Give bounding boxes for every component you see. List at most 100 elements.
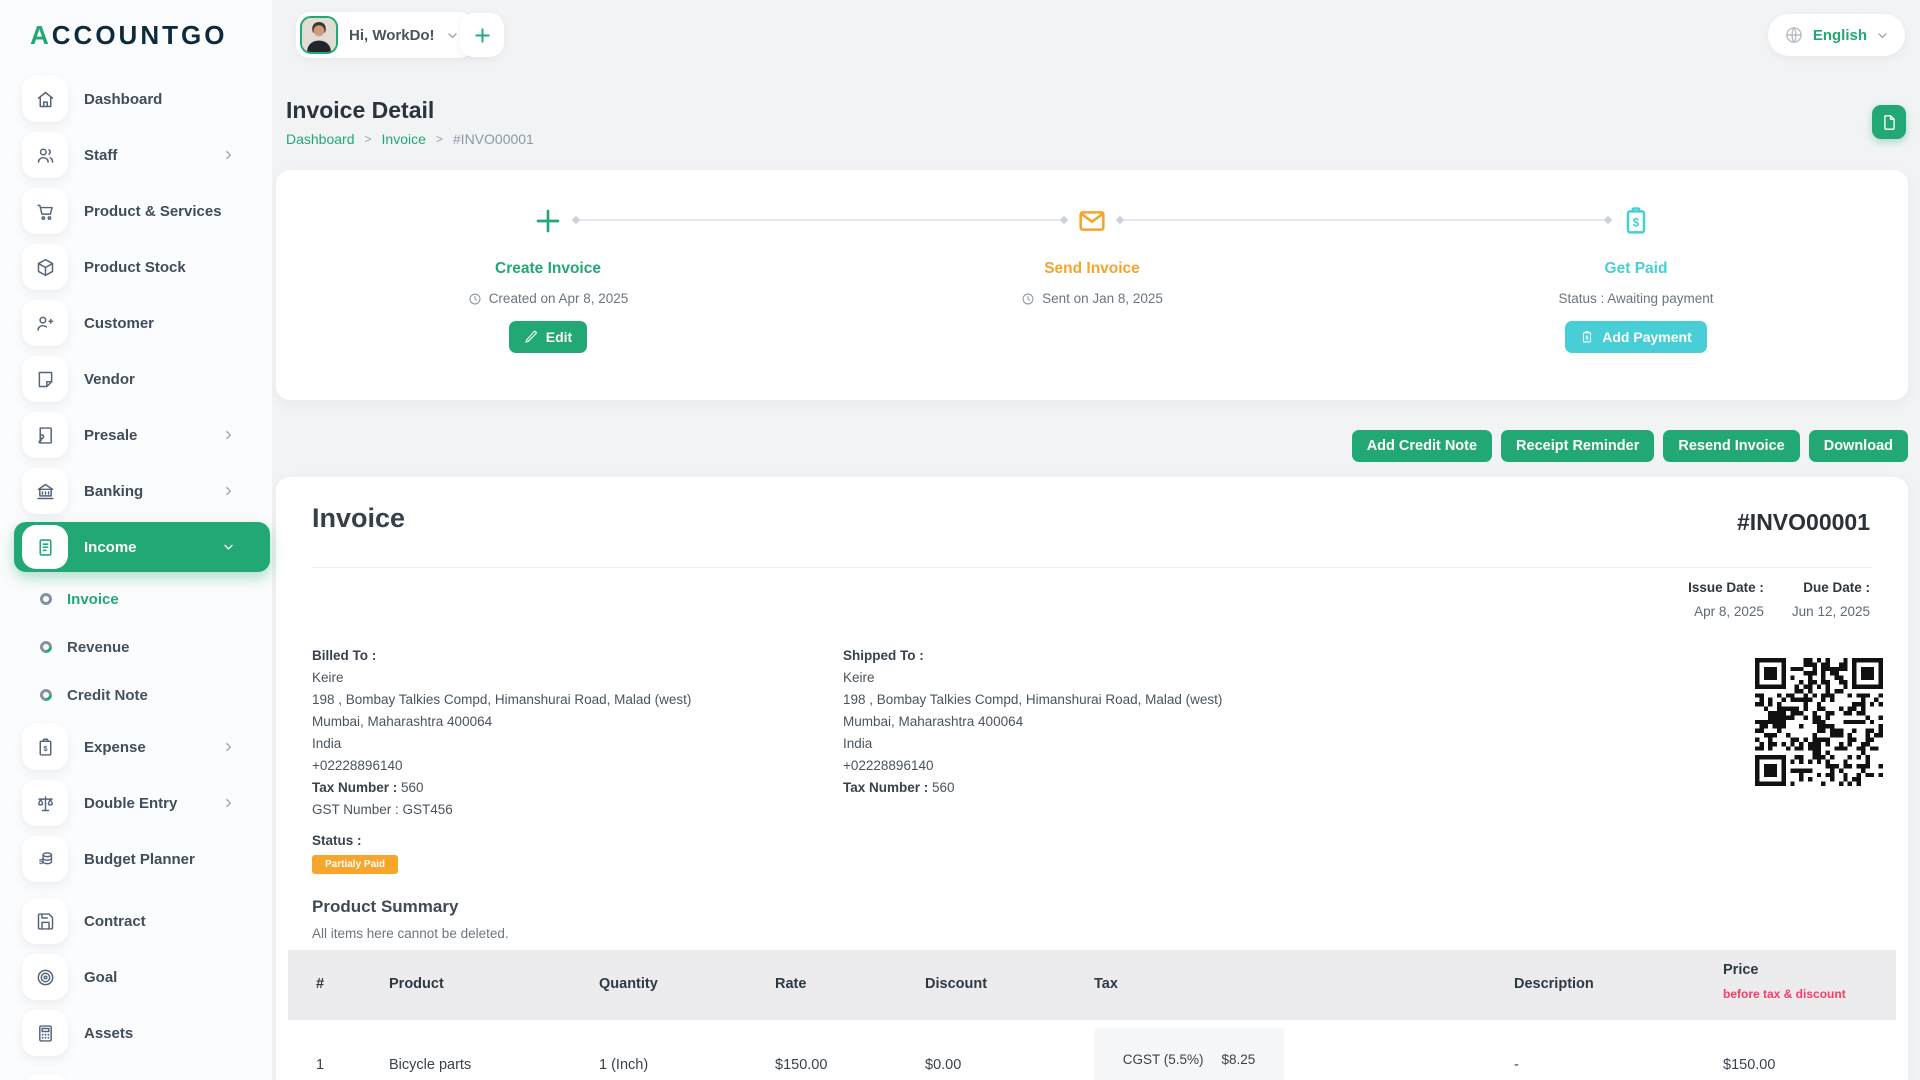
sidebar-item-label: Customer [84, 315, 154, 332]
sidebar-subitem-label: Revenue [67, 639, 130, 656]
step-title: Send Invoice [1044, 260, 1140, 278]
sidebar-item-income-active[interactable]: Income [0, 519, 272, 575]
chevron-right-icon [222, 149, 235, 162]
sidebar-subitem-credit-note[interactable]: Credit Note [0, 671, 272, 719]
ring-icon [38, 639, 55, 656]
sidebar-subitem-invoice[interactable]: Invoice [0, 575, 272, 623]
chevron-right-icon [222, 797, 235, 810]
billed-to-gst: GST Number : GST456 [312, 799, 792, 821]
income-active-pill: Income [14, 522, 270, 572]
cell-description: - [1514, 1057, 1519, 1073]
step-meta: Created on Apr 8, 2025 [468, 291, 629, 306]
invoice-detail-card: Invoice #INVO00001 Issue Date : Apr 8, 2… [276, 477, 1908, 1080]
invoice-dates: Issue Date : Apr 8, 2025 Due Date : Jun … [1688, 580, 1870, 619]
column-header-product: Product [389, 976, 444, 992]
cell-index: 1 [316, 1057, 324, 1073]
billed-to-address2: Mumbai, Maharashtra 400064 [312, 711, 792, 733]
breadcrumb-dashboard-link[interactable]: Dashboard [286, 131, 355, 147]
step-send-invoice: Send Invoice Sent on Jan 8, 2025 [882, 170, 1302, 306]
pencil-icon [524, 330, 538, 344]
breadcrumb-invoice-link[interactable]: Invoice [382, 131, 426, 147]
billed-to-phone: +02228896140 [312, 755, 792, 777]
step-meta-text: Status : Awaiting payment [1558, 291, 1713, 306]
sidebar-item-contract[interactable]: Contract [0, 893, 272, 949]
sidebar-item-customer[interactable]: Customer [0, 295, 272, 351]
app-logo: ACCOUNTGO [0, 0, 272, 51]
sidebar-item-double-entry[interactable]: Double Entry [0, 775, 272, 831]
sidebar-item-dashboard[interactable]: Dashboard [0, 71, 272, 127]
column-header-price: Price [1723, 962, 1758, 978]
sidebar-item-vendor[interactable]: Vendor [0, 351, 272, 407]
user-avatar [300, 16, 338, 54]
sidebar-item-label: Product Stock [84, 259, 186, 276]
receipt-reminder-button[interactable]: Receipt Reminder [1501, 430, 1654, 462]
sidebar-item-label: Dashboard [84, 91, 162, 108]
breadcrumb-separator: > [436, 132, 443, 146]
sidebar-subitem-revenue[interactable]: Revenue [0, 623, 272, 671]
add-payment-label: Add Payment [1602, 329, 1691, 345]
users-icon [22, 132, 68, 178]
home-icon [22, 76, 68, 122]
cart-icon [22, 188, 68, 234]
sidebar-item-label: Staff [84, 147, 117, 164]
step-title: Get Paid [1605, 260, 1668, 278]
sidebar-item-partial[interactable] [0, 1069, 272, 1080]
add-payment-button[interactable]: $ Add Payment [1565, 321, 1706, 353]
sidebar-item-label: Presale [84, 427, 137, 444]
bank-icon [22, 468, 68, 514]
sidebar-item-budget-planner[interactable]: $ Budget Planner [0, 831, 272, 887]
clipboard-icon: $ [1580, 330, 1594, 344]
chevron-down-icon [446, 29, 459, 42]
app-screen: ACCOUNTGO Dashboard Staff Product & [0, 0, 1920, 1080]
price-note: before tax & discount [1723, 987, 1846, 1001]
due-date-value: Jun 12, 2025 [1792, 604, 1870, 619]
edit-invoice-button[interactable]: Edit [509, 321, 587, 353]
sidebar-item-product-services[interactable]: Product & Services [0, 183, 272, 239]
profile-menu[interactable]: Hi, WorkDo! [296, 12, 473, 58]
scale-icon [22, 780, 68, 826]
step-title: Create Invoice [495, 260, 601, 278]
cell-price: $150.00 [1723, 1057, 1775, 1073]
resend-invoice-button[interactable]: Resend Invoice [1663, 430, 1799, 462]
sidebar-item-assets[interactable]: Assets [0, 1005, 272, 1061]
sidebar-item-label: Expense [84, 739, 146, 756]
product-summary-title: Product Summary [312, 897, 458, 917]
file-icon [1881, 114, 1898, 131]
shipped-to-label: Shipped To : [843, 645, 1323, 667]
quick-add-button[interactable] [460, 13, 504, 57]
globe-icon [1784, 25, 1804, 45]
product-summary-note: All items here cannot be deleted. [312, 926, 509, 941]
billed-to-address1: 198 , Bombay Talkies Compd, Himanshurai … [312, 689, 792, 711]
sidebar-item-expense[interactable]: $ Expense [0, 719, 272, 775]
invoice-file-icon [22, 525, 68, 569]
chevron-right-icon [222, 741, 235, 754]
sidebar-item-presale[interactable]: Presale [0, 407, 272, 463]
sidebar-item-label: Product & Services [84, 203, 222, 220]
sidebar-item-goal[interactable]: Goal [0, 949, 272, 1005]
shipped-to-country: India [843, 733, 1323, 755]
tax-name: CGST (5.5%) [1123, 1052, 1204, 1067]
column-header-discount: Discount [925, 976, 987, 992]
tax-amount: $8.25 [1221, 1052, 1255, 1067]
sidebar-subitem-label: Credit Note [67, 687, 148, 704]
sidebar-item-label: Budget Planner [84, 851, 195, 868]
column-header-quantity: Quantity [599, 976, 658, 992]
mail-icon [1076, 204, 1108, 238]
column-header-description: Description [1514, 976, 1594, 992]
breadcrumb-separator: > [365, 132, 372, 146]
sidebar: ACCOUNTGO Dashboard Staff Product & [0, 0, 272, 1080]
sidebar-item-staff[interactable]: Staff [0, 127, 272, 183]
download-button[interactable]: Download [1809, 430, 1908, 462]
sidebar-item-label: Banking [84, 483, 143, 500]
add-credit-note-button[interactable]: Add Credit Note [1352, 430, 1492, 462]
language-selector[interactable]: English [1768, 14, 1905, 56]
sidebar-item-product-stock[interactable]: Product Stock [0, 239, 272, 295]
clock-icon [1021, 292, 1035, 306]
sidebar-item-banking[interactable]: Banking [0, 463, 272, 519]
tax-number-label: Tax Number : [843, 780, 928, 795]
breadcrumb-current: #INVO00001 [453, 131, 534, 147]
invoice-preview-button[interactable] [1872, 105, 1906, 139]
product-table-header: # Product Quantity Rate Discount Tax Des… [288, 950, 1896, 1020]
column-header-rate: Rate [775, 976, 806, 992]
step-meta: Status : Awaiting payment [1558, 291, 1713, 306]
